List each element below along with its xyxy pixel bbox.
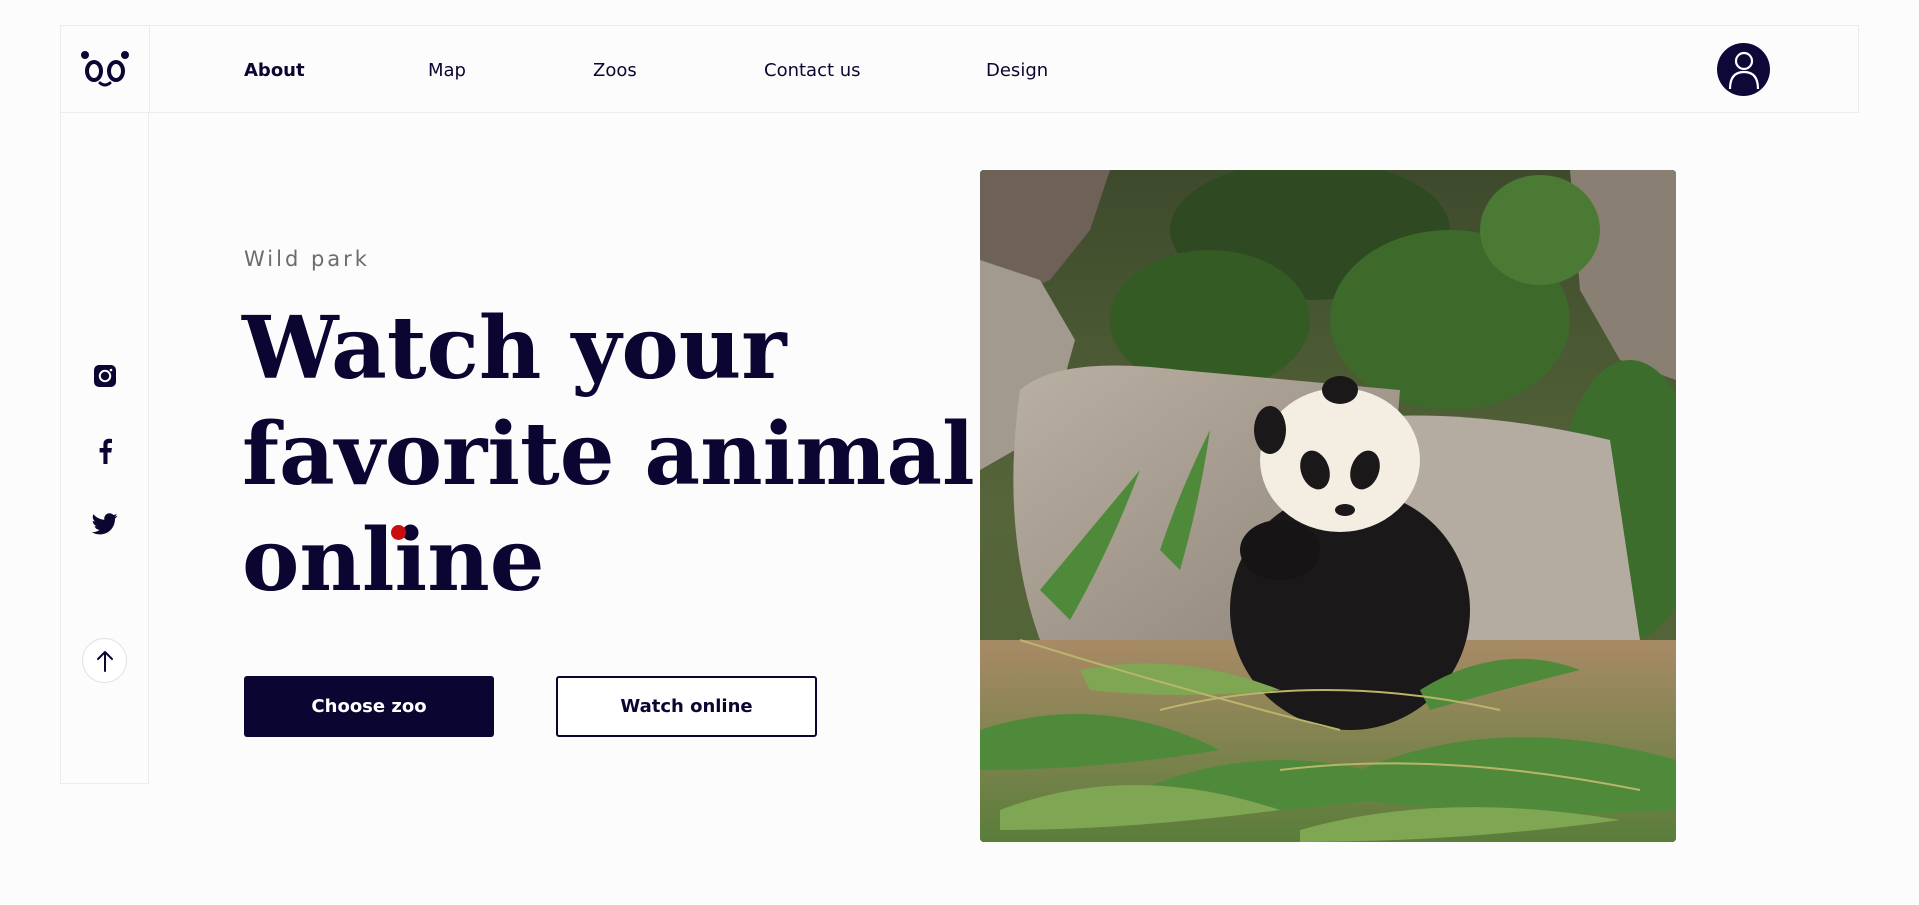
user-icon (1728, 51, 1759, 89)
instagram-icon (93, 365, 116, 387)
hero-eyebrow: Wild park (244, 247, 370, 271)
scroll-up-button[interactable] (82, 638, 127, 683)
headline-line-3: online (242, 510, 545, 611)
hero-headline: Watch your favorite animal online (242, 296, 975, 614)
user-avatar-button[interactable] (1717, 43, 1770, 96)
arrow-up-icon (96, 650, 113, 672)
nav-zoos[interactable]: Zoos (593, 62, 637, 80)
facebook-icon (99, 438, 112, 464)
facebook-link[interactable] (61, 438, 148, 464)
watch-online-button[interactable]: Watch online (556, 676, 817, 737)
nav-design[interactable]: Design (986, 62, 1048, 80)
twitter-icon (91, 513, 118, 535)
panda-illustration (980, 170, 1676, 842)
choose-zoo-button[interactable]: Choose zoo (244, 676, 494, 737)
left-sidebar (60, 112, 149, 784)
headline-line-2: favorite animal (242, 404, 975, 505)
nav-about[interactable]: About (244, 62, 305, 80)
nav-map[interactable]: Map (428, 62, 466, 80)
twitter-link[interactable] (61, 513, 148, 535)
main-nav: About Map Zoos Contact us Design (61, 26, 1858, 112)
panda-photo (980, 170, 1676, 842)
top-header: About Map Zoos Contact us Design (60, 25, 1859, 113)
instagram-link[interactable] (61, 364, 148, 388)
nav-contact-us[interactable]: Contact us (764, 62, 861, 80)
headline-line-1: Watch your (242, 298, 787, 399)
accent-dot (391, 525, 406, 540)
